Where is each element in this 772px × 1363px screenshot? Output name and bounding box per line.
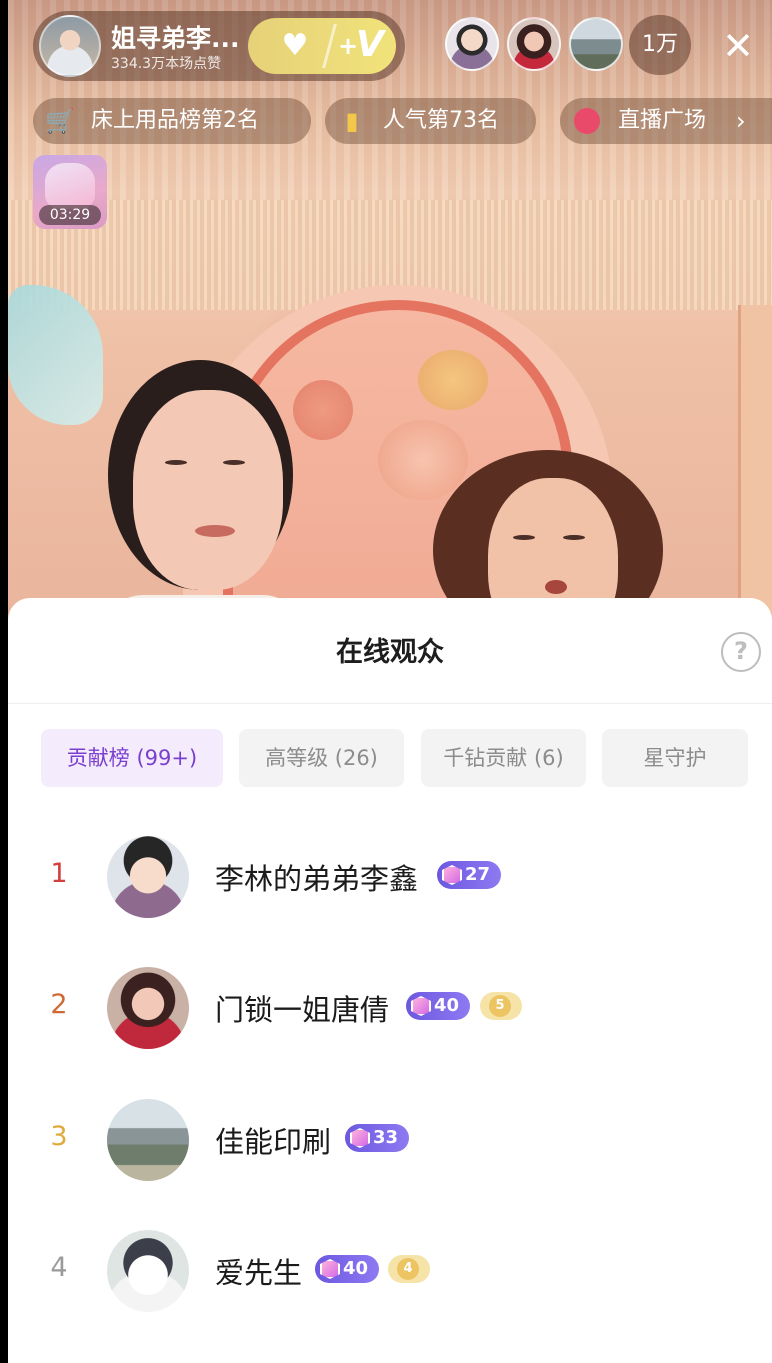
cart-icon: 🛒: [45, 107, 75, 135]
chip-label: 直播广场: [618, 108, 707, 133]
fan-club-button[interactable]: ♥ + V: [248, 18, 396, 74]
diamond-icon: [350, 1128, 370, 1148]
tab-high-level[interactable]: 高等级 (26): [239, 729, 404, 787]
host-avatar[interactable]: [39, 15, 101, 77]
fan-level-number: 4: [397, 1258, 419, 1280]
help-icon[interactable]: ?: [721, 632, 761, 672]
user-name: 李林的弟弟李鑫: [215, 862, 419, 896]
gift-bag-icon: [45, 163, 95, 209]
level-number: 27: [465, 864, 491, 885]
rank-number: 1: [50, 858, 68, 889]
top-viewer-avatar[interactable]: [445, 17, 499, 71]
user-name: 佳能印刷: [215, 1125, 332, 1159]
user-avatar[interactable]: [107, 1099, 189, 1181]
viewer-count[interactable]: 1万: [629, 15, 691, 75]
diamond-icon: [320, 1259, 340, 1279]
chip-popularity[interactable]: ▮ 人气第73名: [325, 98, 536, 144]
user-level-badge: 27: [437, 861, 501, 889]
diamond-icon: [411, 996, 431, 1016]
gift-timer: 03:29: [39, 205, 101, 225]
fan-level-badge: 4: [388, 1255, 430, 1283]
fan-level-number: 5: [489, 995, 511, 1017]
user-avatar[interactable]: [107, 836, 189, 918]
level-number: 40: [434, 995, 460, 1016]
audience-row[interactable]: 4 爱先生 40 4: [8, 1222, 772, 1322]
chip-label: 床上用品榜第2名: [91, 108, 259, 133]
user-avatar[interactable]: [107, 1230, 189, 1312]
live-video-stage: [8, 0, 772, 640]
fan-level-badge: 5: [480, 992, 522, 1020]
audience-row[interactable]: 1 李林的弟弟李鑫 27: [8, 828, 772, 928]
host-name: 姐寻弟李...: [111, 24, 240, 53]
close-icon[interactable]: ✕: [716, 24, 760, 68]
rank-number: 2: [50, 989, 68, 1020]
user-level-badge: 40: [315, 1255, 379, 1283]
host-likes-count: 334.3万本场点赞: [111, 56, 222, 72]
user-name: 爱先生: [215, 1256, 303, 1290]
level-number: 40: [343, 1258, 369, 1279]
chip-live-plaza[interactable]: 直播广场 ›: [560, 98, 772, 144]
decor-flower: [418, 350, 488, 410]
chip-rank-category[interactable]: 🛒 床上用品榜第2名: [33, 98, 311, 144]
gift-box-timer[interactable]: 03:29: [33, 155, 107, 229]
tab-star-guard[interactable]: 星守护: [602, 729, 748, 787]
user-level-badge: 40: [406, 992, 470, 1020]
audience-row[interactable]: 2 门锁一姐唐倩 40 5: [8, 959, 772, 1059]
audience-row[interactable]: 3 佳能印刷 33: [8, 1091, 772, 1191]
diamond-icon: [442, 865, 462, 885]
tab-diamond-contribution[interactable]: 千钻贡献 (6): [421, 729, 586, 787]
level-number: 33: [373, 1127, 399, 1148]
heart-icon: ♥: [281, 28, 309, 63]
fan-button-divider: [322, 24, 337, 68]
host-info-pill[interactable]: 姐寻弟李... 334.3万本场点赞 ♥ + V: [33, 11, 405, 81]
user-level-badge: 33: [345, 1124, 409, 1152]
top-viewer-avatar[interactable]: [507, 17, 561, 71]
rank-number: 3: [50, 1121, 68, 1152]
sheet-divider: [8, 703, 772, 704]
user-name: 门锁一姐唐倩: [215, 993, 390, 1027]
chip-label: 人气第73名: [383, 108, 499, 133]
rank-number: 4: [50, 1252, 68, 1283]
side-panel-decoration: [738, 305, 772, 640]
tab-contribution[interactable]: 贡献榜 (99+): [41, 729, 223, 787]
user-avatar[interactable]: [107, 967, 189, 1049]
live-plaza-icon: [572, 98, 602, 144]
v-icon: V: [356, 24, 384, 65]
chevron-right-icon: ›: [736, 107, 746, 135]
online-audience-sheet: 在线观众 ? 贡献榜 (99+) 高等级 (26) 千钻贡献 (6) 星守护 1…: [8, 598, 772, 1363]
top-viewer-avatar[interactable]: [569, 17, 623, 71]
bar-chart-icon: ▮: [345, 107, 359, 135]
sheet-title: 在线观众: [336, 637, 444, 668]
